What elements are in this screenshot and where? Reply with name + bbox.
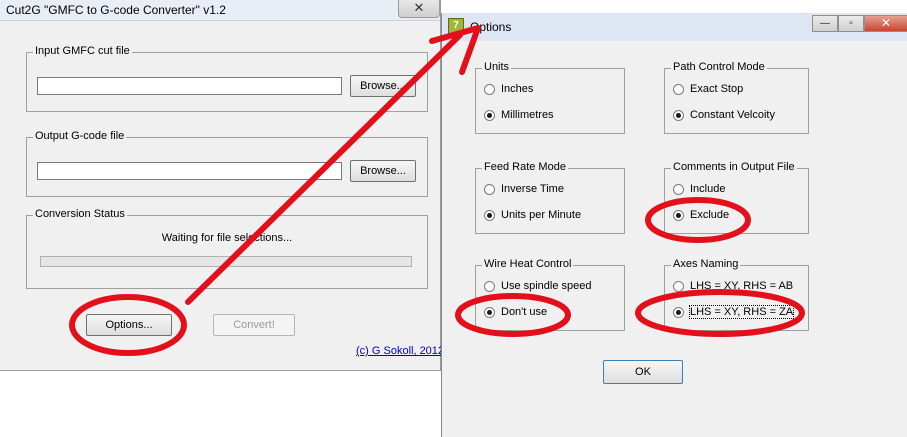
radio-indicator xyxy=(673,210,684,221)
conversion-status-legend: Conversion Status xyxy=(33,208,127,220)
output-file-field[interactable] xyxy=(37,162,342,180)
radio-label: Inches xyxy=(501,83,534,95)
close-icon: ✕ xyxy=(413,0,425,15)
progress-bar xyxy=(40,256,412,267)
axes-naming-group: Axes Naming LHS = XY, RHS = AB LHS = XY,… xyxy=(664,258,809,331)
radio-indicator xyxy=(673,110,684,121)
radio-indicator xyxy=(484,110,495,121)
comments-group: Comments in Output File Include Exclude xyxy=(664,161,809,234)
minimize-button[interactable]: — xyxy=(812,15,838,32)
path-control-legend: Path Control Mode xyxy=(671,61,767,73)
radio-label: Include xyxy=(690,183,726,195)
radio-exclude[interactable]: Exclude xyxy=(673,208,803,224)
status-text: Waiting for file selections... xyxy=(161,232,293,244)
options-close-button[interactable]: ✕ xyxy=(864,15,907,32)
radio-indicator xyxy=(673,281,684,292)
radio-dont-use[interactable]: Don't use xyxy=(484,305,614,321)
options-button[interactable]: Options... xyxy=(86,314,172,336)
radio-indicator xyxy=(673,307,684,318)
main-title-bar: Cut2G "GMFC to G-code Converter" v1.2 ✕ xyxy=(0,0,440,21)
radio-lhs-xy-rhs-ab[interactable]: LHS = XY, RHS = AB xyxy=(673,279,805,295)
output-browse-button[interactable]: Browse... xyxy=(350,160,416,182)
axes-naming-legend: Axes Naming xyxy=(671,258,741,270)
input-browse-button[interactable]: Browse... xyxy=(350,75,416,97)
maximize-button[interactable]: ▫ xyxy=(838,15,864,32)
options-client-area: Units Inches Millimetres Path Control Mo… xyxy=(448,45,906,435)
conversion-status-group: Conversion Status Waiting for file selec… xyxy=(26,208,428,289)
radio-indicator xyxy=(484,84,495,95)
radio-constant-velocity[interactable]: Constant Velcoity xyxy=(673,108,803,124)
main-close-button[interactable]: ✕ xyxy=(398,0,440,18)
radio-indicator xyxy=(484,184,495,195)
radio-label: Exclude xyxy=(690,209,730,221)
input-file-legend: Input GMFC cut file xyxy=(33,45,132,57)
radio-include[interactable]: Include xyxy=(673,182,803,198)
comments-legend: Comments in Output File xyxy=(671,161,797,173)
wire-heat-legend: Wire Heat Control xyxy=(482,258,574,270)
minimize-icon: — xyxy=(820,18,830,29)
radio-inverse-time[interactable]: Inverse Time xyxy=(484,182,614,198)
close-icon: ✕ xyxy=(880,16,892,30)
radio-label: Constant Velcoity xyxy=(690,109,775,121)
maximize-icon: ▫ xyxy=(849,18,853,29)
options-title-bar: 7 Options — ▫ ✕ xyxy=(442,13,907,41)
options-dialog: 7 Options — ▫ ✕ Units Inches Millimetres… xyxy=(441,13,907,437)
input-file-group: Input GMFC cut file Browse... xyxy=(26,45,428,112)
units-legend: Units xyxy=(482,61,512,73)
main-window: Cut2G "GMFC to G-code Converter" v1.2 ✕ … xyxy=(0,0,444,371)
radio-units-per-minute[interactable]: Units per Minute xyxy=(484,208,614,224)
radio-label: Use spindle speed xyxy=(501,280,592,292)
radio-label: Units per Minute xyxy=(501,209,582,221)
feed-rate-legend: Feed Rate Mode xyxy=(482,161,568,173)
radio-use-spindle-speed[interactable]: Use spindle speed xyxy=(484,279,620,295)
radio-lhs-xy-rhs-za[interactable]: LHS = XY, RHS = ZA xyxy=(673,305,805,321)
main-window-title: Cut2G "GMFC to G-code Converter" v1.2 xyxy=(6,3,226,17)
radio-exact-stop[interactable]: Exact Stop xyxy=(673,82,803,98)
ok-button[interactable]: OK xyxy=(603,360,683,384)
radio-indicator xyxy=(484,307,495,318)
radio-label: Inverse Time xyxy=(501,183,564,195)
convert-button[interactable]: Convert! xyxy=(213,314,295,336)
radio-label: LHS = XY, RHS = ZA xyxy=(688,305,795,319)
radio-inches[interactable]: Inches xyxy=(484,82,614,98)
wire-heat-group: Wire Heat Control Use spindle speed Don'… xyxy=(475,258,625,331)
credit-link[interactable]: (c) G Sokoll, 2012 xyxy=(356,345,444,357)
options-dialog-title: Options xyxy=(470,20,512,34)
feed-rate-group: Feed Rate Mode Inverse Time Units per Mi… xyxy=(475,161,625,234)
main-client-area: Input GMFC cut file Browse... Output G-c… xyxy=(8,22,444,366)
radio-indicator xyxy=(673,84,684,95)
radio-label: Millimetres xyxy=(501,109,554,121)
radio-millimetres[interactable]: Millimetres xyxy=(484,108,614,124)
output-file-group: Output G-code file Browse... xyxy=(26,130,428,197)
radio-indicator xyxy=(673,184,684,195)
app-icon: 7 xyxy=(448,18,464,34)
output-file-legend: Output G-code file xyxy=(33,130,127,142)
radio-label: Don't use xyxy=(501,306,548,318)
radio-label: Exact Stop xyxy=(690,83,744,95)
radio-indicator xyxy=(484,210,495,221)
path-control-group: Path Control Mode Exact Stop Constant Ve… xyxy=(664,61,809,134)
radio-indicator xyxy=(484,281,495,292)
units-group: Units Inches Millimetres xyxy=(475,61,625,134)
radio-label: LHS = XY, RHS = AB xyxy=(690,280,794,292)
input-file-field[interactable] xyxy=(37,77,342,95)
